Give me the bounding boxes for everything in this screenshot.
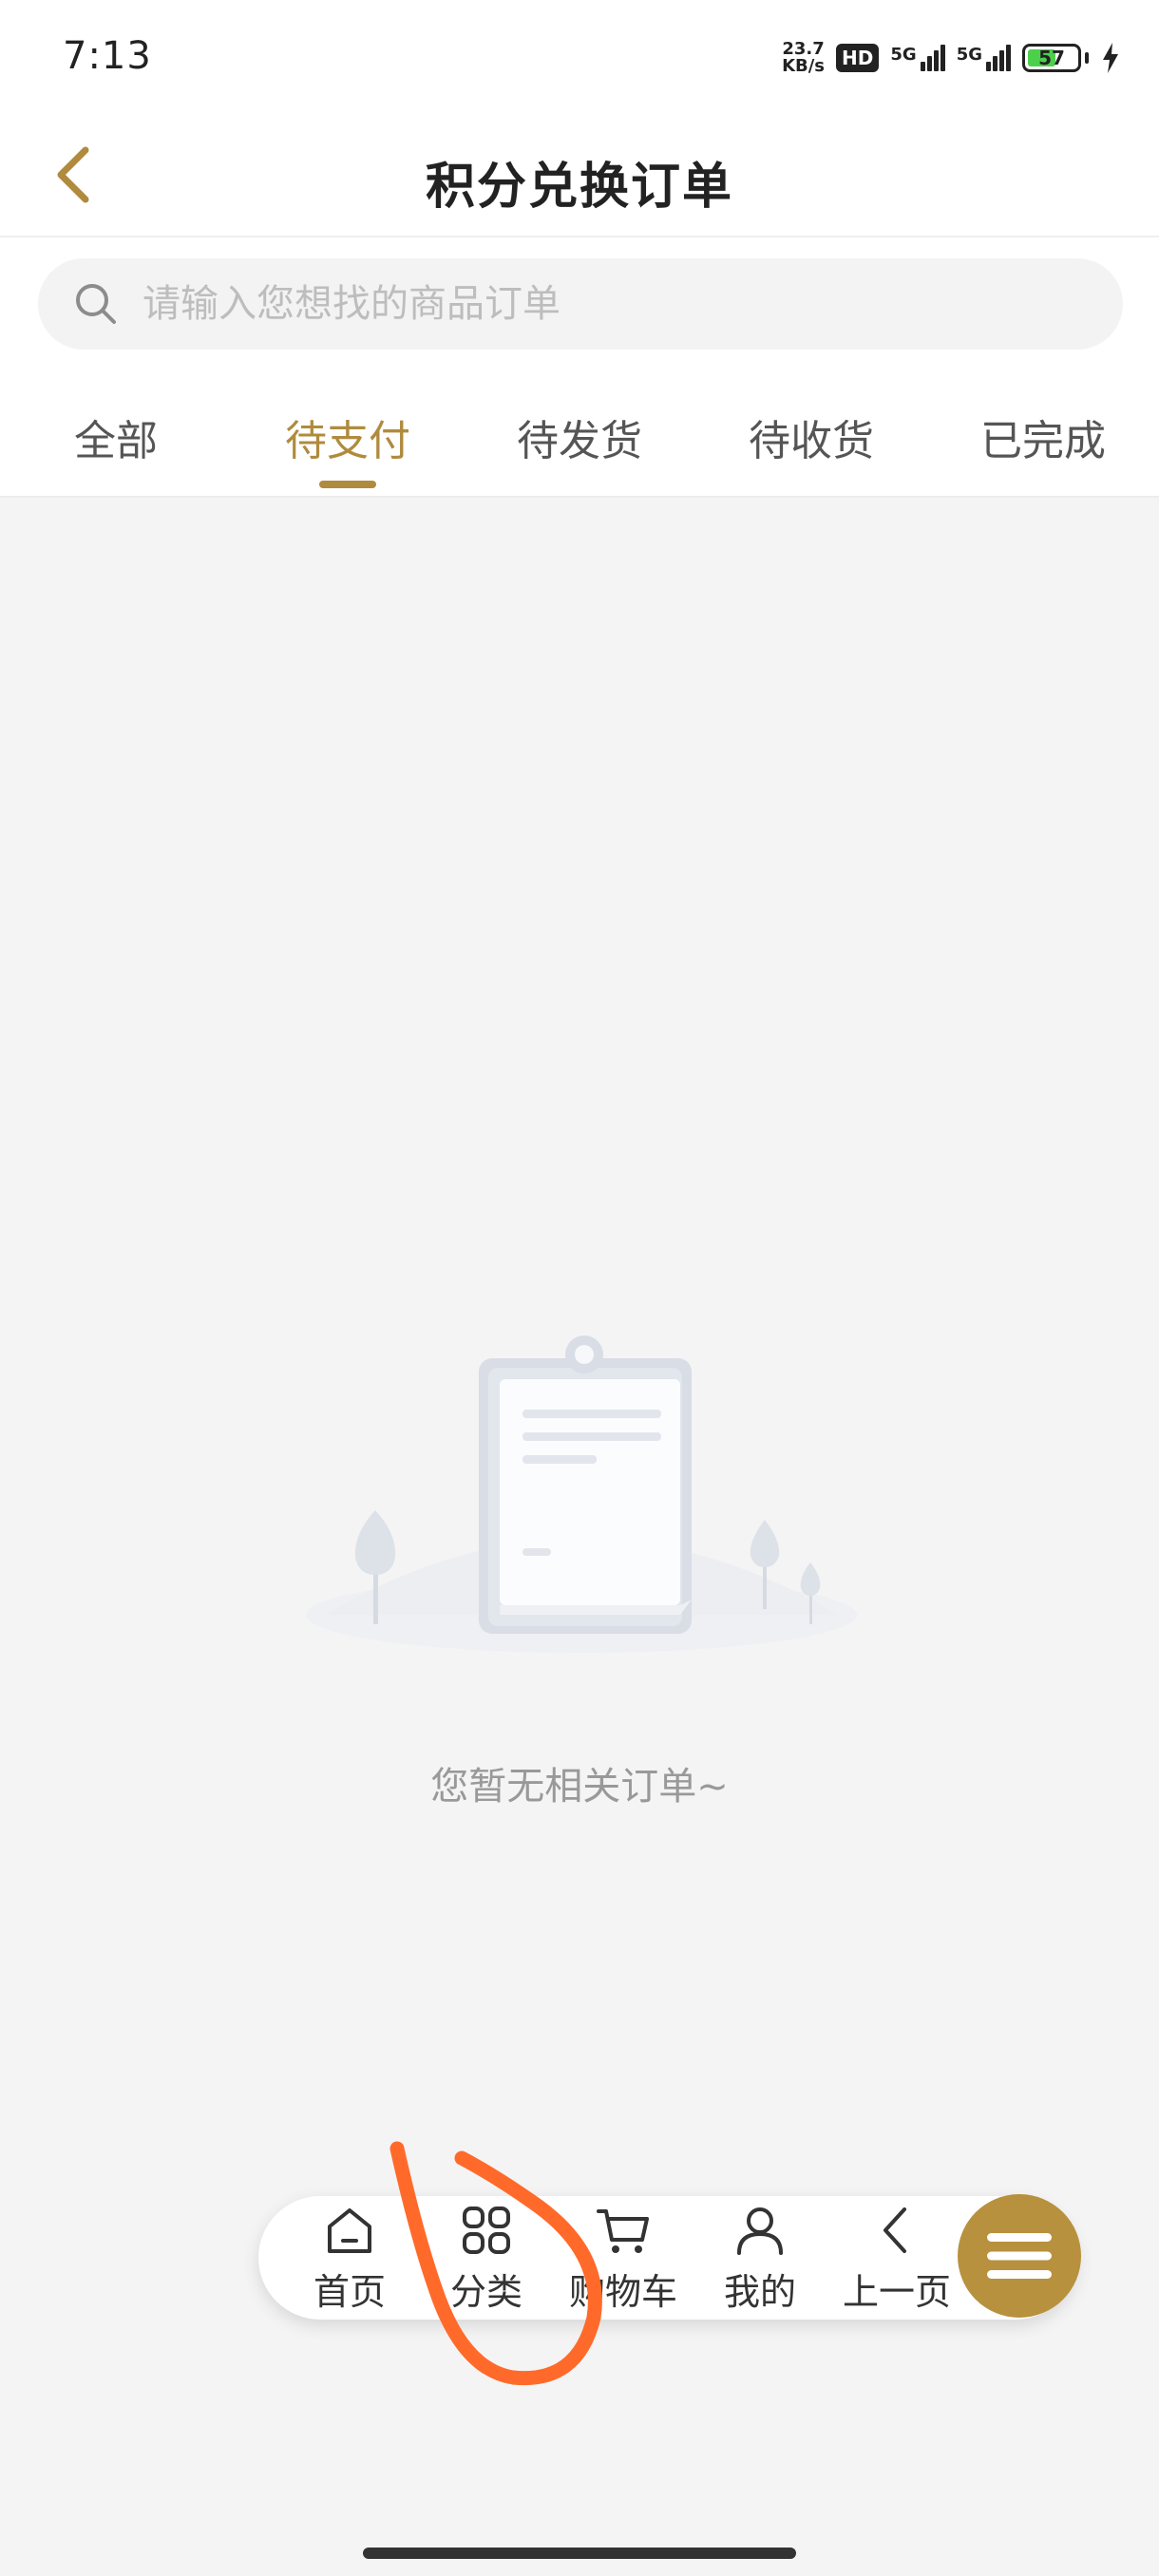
home-icon [328,2207,371,2253]
tab-label: 已完成 [980,417,1106,465]
battery-icon: 57 [1022,44,1081,72]
header: 积分兑换订单 [0,118,1159,236]
floating-bottom-nav: 首页 分类 购物车 我的 上一页 [258,2196,1077,2320]
tab-all[interactable]: 全部 [0,380,232,496]
tab-label: 待支付 [285,417,410,465]
nav-label: 首页 [313,2270,386,2313]
empty-message: 您暂无相关订单~ [430,1765,729,1809]
network-speed: 23.7 KB/s [782,41,825,75]
nav-cart[interactable]: 购物车 [555,2196,692,2320]
tab-pending-shipment[interactable]: 待发货 [464,380,695,496]
grid-icon [463,2206,510,2254]
clipboard-empty-illustration [306,1335,857,1653]
cart-icon [597,2208,649,2253]
nav-home[interactable]: 首页 [281,2196,418,2320]
battery-cap [1085,52,1089,64]
sim2-label: 5G [956,45,982,65]
order-status-tabs: 全部 待支付 待发货 待收货 已完成 [0,380,1159,496]
search-icon [76,284,116,324]
user-icon [737,2207,783,2255]
tab-label: 待收货 [749,417,874,465]
chevron-left-icon [884,2207,906,2253]
header-divider [0,236,1159,237]
hd-badge: HD [836,44,880,72]
search-bar[interactable] [38,258,1123,350]
tab-completed[interactable]: 已完成 [927,380,1159,496]
status-bar: 7:13 23.7 KB/s HD 5G 5G 57 [0,0,1159,118]
menu-icon [987,2233,1052,2279]
tab-label: 待发货 [517,417,642,465]
nav-label: 购物车 [568,2270,677,2313]
tabs-divider [0,496,1159,498]
tab-pending-payment[interactable]: 待支付 [232,380,464,496]
page-title: 积分兑换订单 [425,159,733,216]
nav-label: 分类 [449,2270,522,2313]
signal-icon-2: 5G [957,45,1011,71]
active-tab-indicator [319,481,376,488]
nav-category[interactable]: 分类 [418,2196,555,2320]
search-input[interactable] [141,281,1123,327]
battery-level: 57 [1038,47,1065,69]
nav-label: 我的 [723,2270,796,2313]
tab-pending-receipt[interactable]: 待收货 [695,380,927,496]
signal-icon: 5G [890,45,945,71]
charging-icon [1103,43,1118,73]
status-icons: 23.7 KB/s HD 5G 5G 57 [782,36,1121,80]
network-speed-unit: KB/s [782,56,826,76]
tab-label: 全部 [74,417,158,465]
nav-me[interactable]: 我的 [692,2196,828,2320]
status-time: 7:13 [63,34,152,78]
nav-previous-page[interactable]: 上一页 [828,2196,965,2320]
home-indicator [363,2548,796,2559]
menu-button[interactable] [958,2194,1081,2318]
nav-label: 上一页 [842,2270,951,2313]
sim1-label: 5G [890,45,917,65]
